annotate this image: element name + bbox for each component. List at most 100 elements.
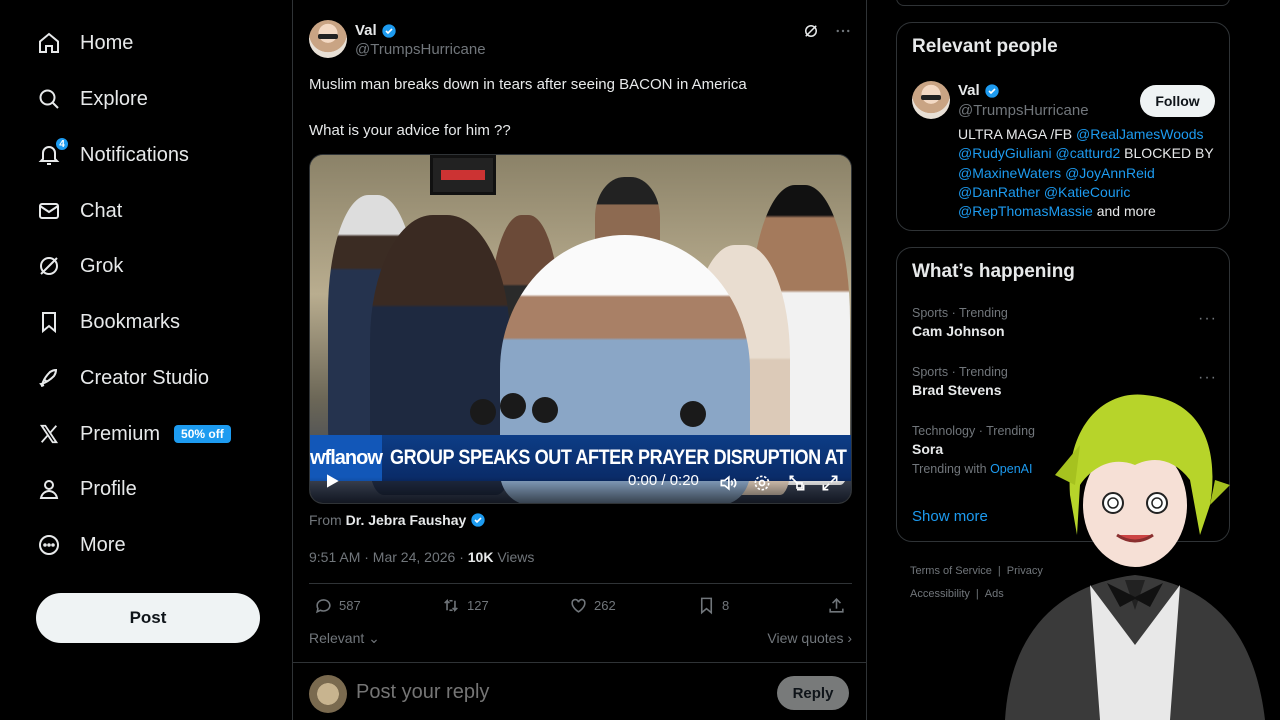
- mention-link[interactable]: @RealJamesWoods: [1076, 126, 1204, 142]
- share-action[interactable]: [827, 596, 846, 615]
- show-more-link[interactable]: Show more: [912, 508, 988, 525]
- play-icon[interactable]: [322, 471, 342, 491]
- relevant-person-avatar[interactable]: [912, 81, 950, 119]
- author-handle[interactable]: @TrumpsHurricane: [355, 41, 486, 58]
- left-sidebar: Home Explore 4 Notifications Chat Grok B…: [0, 0, 292, 720]
- trend-related: Trending with OpenAI: [912, 462, 1217, 476]
- tweet-header: Val @TrumpsHurricane: [309, 20, 852, 60]
- mention-link[interactable]: @RudyGiuliani: [958, 145, 1052, 161]
- mention-link[interactable]: @catturd2: [1055, 145, 1120, 161]
- bio-text: ULTRA MAGA /FB: [958, 126, 1076, 142]
- mention-link[interactable]: @KatieCouric: [1044, 184, 1131, 200]
- nav-creator-studio[interactable]: Creator Studio: [36, 354, 209, 402]
- trend-name: Brad Stevens: [912, 382, 1002, 398]
- more-options-icon[interactable]: [834, 22, 852, 40]
- footer-link-ads[interactable]: Ads: [985, 588, 1004, 600]
- nav-premium[interactable]: Premium 50% off: [36, 410, 231, 458]
- author-avatar[interactable]: [309, 20, 347, 58]
- nav-profile[interactable]: Profile: [36, 465, 137, 513]
- whats-happening-card: What’s happening Sports · Trending Cam J…: [896, 247, 1230, 542]
- trend-name: Cam Johnson: [912, 323, 1005, 339]
- reply-button[interactable]: Reply: [777, 676, 849, 710]
- mail-icon: [36, 198, 62, 224]
- relevant-people-card: Relevant people Val @TrumpsHurricane Fol…: [896, 22, 1230, 231]
- relevant-people-title: Relevant people: [912, 36, 1058, 57]
- mention-link[interactable]: @MaxineWaters: [958, 165, 1061, 181]
- sort-dropdown[interactable]: Relevant ⌄: [309, 630, 380, 647]
- nav-notifications[interactable]: 4 Notifications: [36, 131, 189, 179]
- volume-icon[interactable]: [718, 473, 738, 493]
- relevant-person-name: Val: [958, 82, 980, 99]
- trend-more-icon[interactable]: ···: [1198, 369, 1217, 387]
- nav-chat[interactable]: Chat: [36, 187, 122, 235]
- bookmark-count: 8: [722, 598, 730, 613]
- mention-link[interactable]: @JoyAnnReid: [1065, 165, 1155, 181]
- view-quotes-link[interactable]: View quotes ›: [767, 630, 852, 646]
- source-account-name[interactable]: Dr. Jebra Faushay: [346, 512, 467, 528]
- grok-explain-icon[interactable]: [802, 22, 820, 40]
- bookmark-icon: [700, 597, 713, 615]
- reply-action[interactable]: 587: [314, 596, 361, 615]
- person-icon: [36, 476, 62, 502]
- relevant-person-bio: ULTRA MAGA /FB @RealJamesWoods @RudyGiul…: [958, 125, 1218, 221]
- like-action[interactable]: 262: [569, 596, 616, 615]
- post-button[interactable]: Post: [36, 593, 260, 643]
- trend-category: Technology · Trending: [912, 424, 1035, 438]
- notification-badge: 4: [55, 137, 69, 151]
- nav-more[interactable]: More: [36, 521, 126, 569]
- mention-link[interactable]: @DanRather: [958, 184, 1040, 200]
- tweet-timestamp[interactable]: 9:51 AM · Mar 24, 2026 ·: [309, 549, 468, 565]
- trend-more-icon[interactable]: ···: [1198, 310, 1217, 328]
- footer-link-terms[interactable]: Terms of Service: [910, 565, 992, 577]
- relevant-person-handle[interactable]: @TrumpsHurricane: [958, 102, 1089, 119]
- from-label: From: [309, 512, 342, 528]
- repost-action[interactable]: 127: [441, 596, 489, 615]
- author-name-row[interactable]: Val: [355, 22, 397, 39]
- bio-text: BLOCKED BY: [1120, 145, 1214, 162]
- nav-chat-label: Chat: [80, 199, 123, 222]
- views-count: 10K: [467, 549, 494, 565]
- trend-item[interactable]: Sports · Trending Cam Johnson ···: [912, 306, 1217, 339]
- tweet-text-line-1: Muslim man breaks down in tears after se…: [309, 76, 747, 93]
- nav-home[interactable]: Home: [36, 19, 133, 67]
- bio-text: and more: [1092, 203, 1156, 220]
- verified-badge-icon: [471, 513, 485, 527]
- tweet-header-actions: [802, 22, 852, 40]
- trend-category: Sports · Trending: [912, 306, 1008, 320]
- search-icon: [36, 86, 62, 112]
- nav-bookmarks[interactable]: Bookmarks: [36, 298, 180, 346]
- like-count: 262: [594, 598, 616, 613]
- nav-explore[interactable]: Explore: [36, 75, 148, 123]
- mention-link[interactable]: @RepThomasMassie: [958, 203, 1093, 219]
- tweet-metadata: 9:51 AM · Mar 24, 2026 · 10K Views: [309, 549, 534, 565]
- share-icon: [829, 598, 844, 613]
- footer-links: Terms of Service | Privacy Accessibility | A…: [910, 560, 1230, 606]
- heart-icon: [571, 598, 586, 613]
- settings-gear-icon[interactable]: [752, 473, 772, 493]
- microphones: [460, 393, 706, 433]
- tweet-action-bar: 587 127 262 8: [309, 596, 852, 618]
- video-source: From Dr. Jebra Faushay: [309, 512, 486, 528]
- video-player[interactable]: wflanow GROUP SPEAKS OUT AFTER PRAYER DI…: [309, 154, 852, 504]
- nav-grok[interactable]: Grok: [36, 242, 123, 290]
- trend-item[interactable]: Sports · Trending Brad Stevens ···: [912, 365, 1217, 398]
- footer-link-accessibility[interactable]: Accessibility: [910, 588, 970, 600]
- relevant-person-name-row[interactable]: Val: [958, 82, 1000, 99]
- verified-badge-icon: [985, 83, 999, 98]
- nav-creator-studio-label: Creator Studio: [80, 366, 209, 389]
- bell-icon: 4: [36, 137, 69, 168]
- repost-icon: [444, 598, 458, 613]
- nav-notifications-label: Notifications: [80, 143, 189, 166]
- trend-item[interactable]: Technology · Trending Sora Trending with…: [912, 424, 1217, 476]
- trending-with-link[interactable]: OpenAI: [990, 462, 1032, 476]
- footer-link-privacy[interactable]: Privacy: [1007, 565, 1043, 577]
- bookmark-action[interactable]: 8: [697, 596, 729, 615]
- follow-button[interactable]: Follow: [1140, 85, 1215, 117]
- reply-input[interactable]: [356, 681, 736, 704]
- repost-count: 127: [467, 598, 489, 613]
- author-name: Val: [355, 22, 377, 39]
- fullscreen-icon[interactable]: [820, 473, 840, 493]
- reply-composer: Reply: [293, 662, 866, 720]
- picture-in-picture-icon[interactable]: [787, 473, 807, 493]
- chevron-right-icon: ›: [843, 630, 852, 646]
